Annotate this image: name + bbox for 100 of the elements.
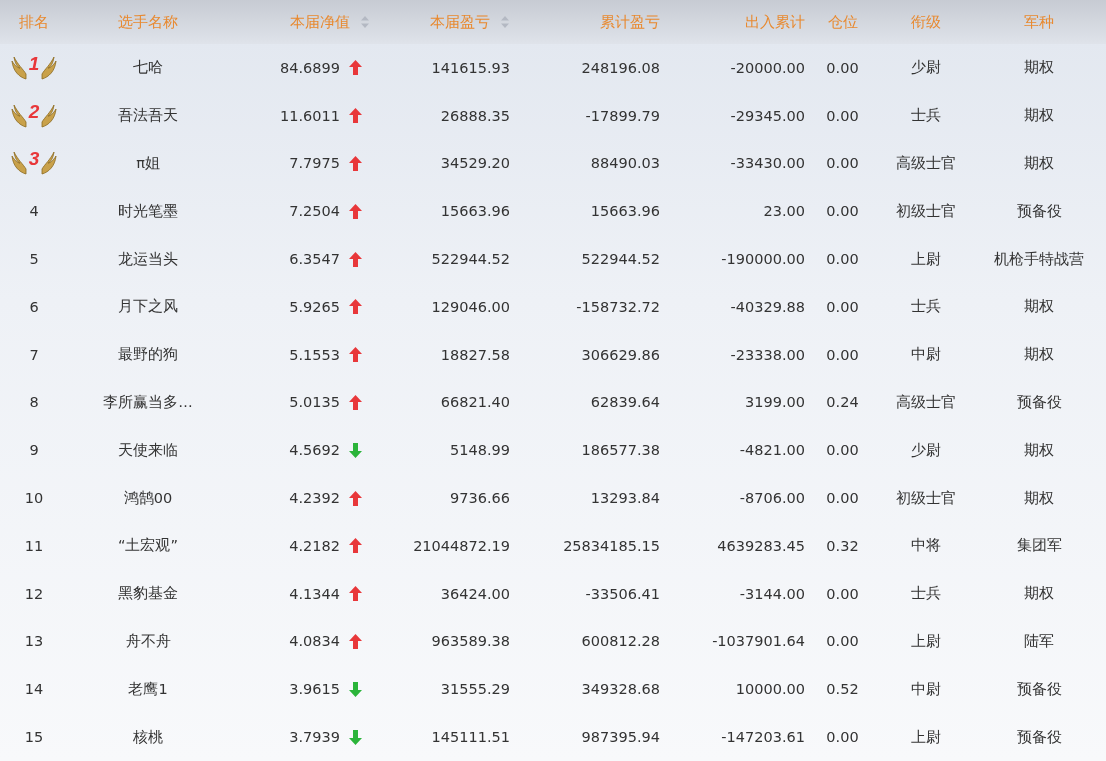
table-cell: -29345.00	[730, 107, 805, 124]
table-cell: 963589.38	[431, 633, 510, 650]
wing-icon	[41, 54, 58, 81]
table-cell: 少尉	[911, 440, 941, 460]
table-cell: 高级士官	[896, 154, 956, 173]
table-cell: 9736.66	[450, 490, 510, 507]
table-cell: 上尉	[911, 249, 941, 269]
table-cell: 21044872.19	[413, 537, 510, 554]
table-cell: 36424.00	[440, 585, 510, 602]
rank-number: 9	[29, 442, 39, 459]
table-cell: 600812.28	[581, 633, 660, 650]
player-name: 老鹰1	[128, 679, 168, 699]
player-name: 七哈	[133, 58, 163, 78]
sort-icon[interactable]	[500, 15, 510, 29]
player-name: 天使来临	[118, 440, 178, 460]
net-value: 3.7939	[289, 729, 340, 746]
table-cell: 306629.86	[581, 346, 660, 363]
table-cell: 18827.58	[440, 346, 510, 363]
rank-number: 4	[29, 203, 39, 220]
table-cell: 期权	[1024, 297, 1054, 317]
player-name: 时光笔墨	[118, 201, 178, 221]
table-cell: 0.32	[826, 537, 859, 554]
table-cell: 522944.52	[581, 251, 660, 268]
table-cell: 129046.00	[431, 298, 510, 315]
table-cell: 期权	[1024, 440, 1054, 460]
rank-number: 13	[24, 633, 44, 650]
table-cell: 陆军	[1024, 631, 1054, 651]
net-value: 5.9265	[289, 298, 340, 315]
wing-icon	[10, 54, 27, 81]
player-name: “土宏观”	[118, 536, 178, 556]
net-value: 4.2392	[289, 490, 340, 507]
table-cell: 0.00	[826, 155, 859, 172]
table-cell: 5148.99	[450, 442, 510, 459]
table-cell: 141615.93	[431, 59, 510, 76]
net-value: 11.6011	[280, 107, 340, 124]
rank-number: 5	[29, 251, 39, 268]
table-cell: 少尉	[911, 58, 941, 78]
player-name: 月下之风	[118, 297, 178, 317]
table-cell: 上尉	[911, 727, 941, 747]
net-value: 4.2182	[289, 537, 340, 554]
table-cell: -33430.00	[730, 155, 805, 172]
table-cell: 中将	[911, 536, 941, 556]
table-cell: 士兵	[911, 297, 941, 317]
table-cell: -1037901.64	[712, 633, 805, 650]
table-cell: 期权	[1024, 584, 1054, 604]
table-cell: 士兵	[911, 584, 941, 604]
table-cell: 522944.52	[431, 251, 510, 268]
table-cell: -23338.00	[730, 346, 805, 363]
table-cell: 0.00	[826, 490, 859, 507]
wing-icon	[10, 150, 27, 177]
table-cell: 0.00	[826, 442, 859, 459]
table-cell: 0.00	[826, 251, 859, 268]
player-name: 龙运当头	[118, 249, 178, 269]
table-cell: 349328.68	[581, 681, 660, 698]
table-cell: 88490.03	[590, 155, 660, 172]
rank-number: 10	[24, 490, 44, 507]
column-header: 衔级	[911, 12, 941, 32]
table-cell: 预备役	[1016, 392, 1062, 412]
rank-number: 14	[24, 681, 44, 698]
player-name: 黑豹基金	[118, 584, 178, 604]
table-cell: 中尉	[911, 679, 941, 699]
table-cell: 145111.51	[431, 729, 510, 746]
rank-number: 6	[29, 298, 39, 315]
net-value: 5.0135	[289, 394, 340, 411]
player-name: π姐	[136, 154, 160, 173]
column-header[interactable]: 本届盈亏	[430, 12, 510, 32]
player-name: 吾法吾天	[118, 106, 178, 126]
table-cell: 期权	[1024, 154, 1054, 173]
rank-number: 15	[24, 729, 44, 746]
table-cell: -40329.88	[730, 298, 805, 315]
rank-number: 11	[24, 537, 44, 554]
net-value: 5.1553	[289, 346, 340, 363]
table-cell: 0.24	[826, 394, 859, 411]
column-header[interactable]: 本届净值	[290, 12, 370, 32]
table-cell: -147203.61	[721, 729, 805, 746]
rank-number: 1	[28, 52, 40, 75]
table-cell: 预备役	[1016, 727, 1062, 747]
table-cell: 集团军	[1016, 536, 1062, 556]
table-cell: -4821.00	[739, 442, 805, 459]
table-cell: 预备役	[1016, 201, 1062, 221]
table-cell: 10000.00	[735, 681, 805, 698]
table-cell: 25834185.15	[563, 537, 660, 554]
table-cell: 初级士官	[896, 201, 956, 221]
player-name: 舟不舟	[125, 631, 171, 651]
wing-icon	[41, 150, 58, 177]
table-cell: 上尉	[911, 631, 941, 651]
table-cell: 高级士官	[896, 392, 956, 412]
sort-icon[interactable]	[360, 15, 370, 29]
table-cell: 186577.38	[581, 442, 660, 459]
rank-number: 2	[28, 100, 40, 123]
table-cell: 987395.94	[581, 729, 660, 746]
table-cell: 期权	[1024, 58, 1054, 78]
net-value: 4.5692	[289, 442, 340, 459]
table-cell: 248196.08	[581, 59, 660, 76]
table-cell: 23.00	[763, 203, 805, 220]
table-cell: 期权	[1024, 106, 1054, 126]
table-cell: -3144.00	[739, 585, 805, 602]
table-cell: 0.00	[826, 203, 859, 220]
net-value: 6.3547	[289, 251, 340, 268]
table-cell: 预备役	[1016, 679, 1062, 699]
